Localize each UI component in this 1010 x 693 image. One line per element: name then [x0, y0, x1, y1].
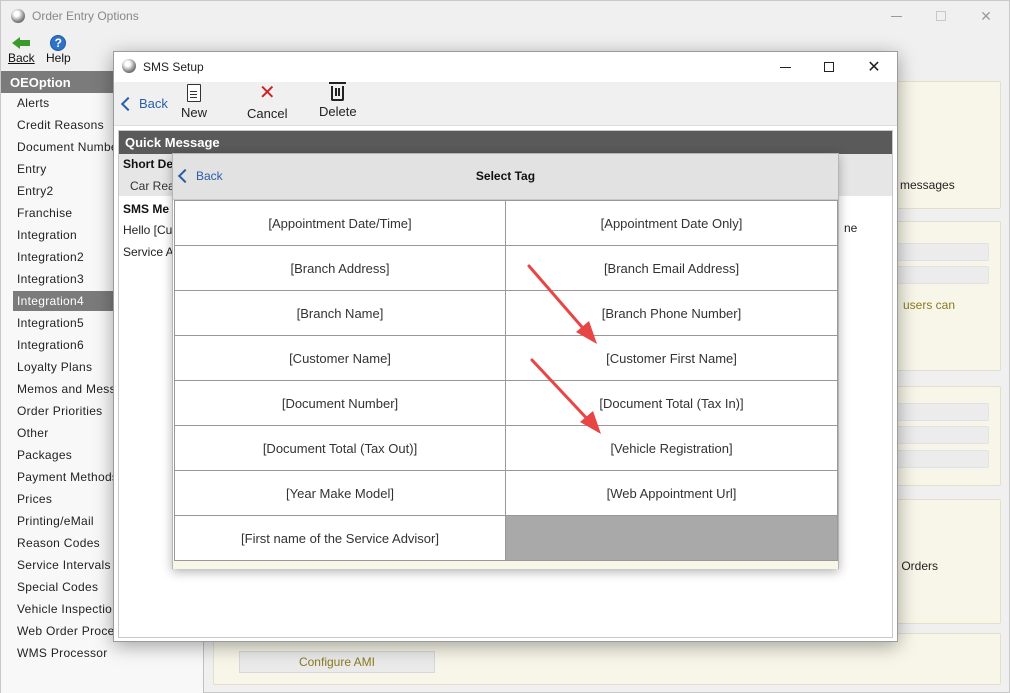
sms-toolbar: Back New ✕ Cancel Delete [114, 82, 897, 126]
select-tag-title: Select Tag [475, 169, 536, 183]
tag-option[interactable]: [Appointment Date/Time] [174, 201, 506, 246]
new-button[interactable]: New [181, 84, 207, 120]
main-help-label: Help [46, 51, 71, 65]
document-icon [187, 84, 201, 102]
chevron-left-icon [120, 96, 136, 111]
tag-option[interactable]: [Document Total (Tax Out)] [174, 426, 506, 471]
tag-option[interactable]: [Document Total (Tax In)] [506, 381, 838, 426]
sms-maximize-button[interactable] [814, 56, 844, 78]
cancel-label: Cancel [247, 106, 288, 121]
sidebar-item[interactable]: WMS Processor [13, 643, 203, 663]
tag-option[interactable]: [Branch Address] [174, 246, 506, 291]
tag-option[interactable]: [Appointment Date Only] [506, 201, 838, 246]
main-back-button[interactable]: Back [8, 36, 35, 65]
app-logo-icon [11, 9, 25, 23]
tag-grid: [Appointment Date/Time] [Appointment Date… [174, 200, 838, 561]
quick-message-header: Quick Message [119, 131, 892, 154]
content-field-1[interactable] [891, 243, 989, 261]
delete-button[interactable]: Delete [319, 82, 357, 119]
content-field-5[interactable] [891, 450, 989, 468]
sms-back-label: Back [139, 96, 168, 111]
close-icon: ✕ [980, 7, 992, 24]
sms-message-line-2[interactable]: Service A [123, 245, 174, 259]
main-help-button[interactable]: ? Help [46, 35, 71, 65]
tag-option[interactable]: [Branch Name] [174, 291, 506, 336]
tag-option[interactable]: [Customer First Name] [506, 336, 838, 381]
select-tag-back-button[interactable]: Back [176, 168, 223, 184]
tag-panel-footer [173, 561, 838, 569]
close-button[interactable]: ✕ [971, 5, 1001, 27]
maximize-icon [824, 62, 834, 72]
content-field-3[interactable] [891, 403, 989, 421]
chevron-left-icon [177, 168, 193, 184]
short-description-value[interactable]: Car Rea [130, 179, 175, 193]
tag-option[interactable]: [Branch Email Address] [506, 246, 838, 291]
configure-ami-button[interactable]: Configure AMI [239, 651, 435, 673]
sms-close-button[interactable]: ✕ [859, 56, 889, 78]
tag-option[interactable]: [First name of the Service Advisor] [174, 516, 506, 561]
sms-minimize-button[interactable] [770, 56, 800, 78]
cancel-button[interactable]: ✕ Cancel [247, 82, 288, 121]
x-icon: ✕ [258, 82, 276, 104]
new-label: New [181, 105, 208, 120]
tag-option[interactable]: [Year Make Model] [174, 471, 506, 516]
select-tag-back-label: Back [196, 169, 223, 183]
maximize-icon [936, 11, 946, 21]
minimize-icon [890, 15, 902, 17]
content-field-4[interactable] [891, 426, 989, 444]
close-icon: ✕ [867, 59, 881, 76]
main-back-label: Back [8, 51, 35, 65]
maximize-button[interactable] [926, 5, 956, 27]
delete-label: Delete [319, 104, 357, 119]
main-window-title: Order Entry Options [32, 9, 139, 23]
minimize-icon [779, 66, 791, 68]
sms-back-button[interactable]: Back [119, 96, 168, 111]
tag-option[interactable]: [Document Number] [174, 381, 506, 426]
tag-cell-empty [506, 516, 838, 561]
select-tag-panel: Select Tag Back [Appointment Date/Time][… [172, 153, 839, 569]
back-arrow-icon [12, 36, 31, 50]
sms-window-title: SMS Setup [143, 60, 204, 74]
sms-message-line-1[interactable]: Hello [Cu [123, 223, 172, 237]
tag-option[interactable]: [Customer Name] [174, 336, 506, 381]
users-can-text: users can [903, 298, 956, 312]
help-icon: ? [50, 35, 67, 51]
minimize-button[interactable] [881, 5, 911, 27]
sms-message-label: SMS Me [123, 202, 170, 216]
short-description-label: Short De [123, 157, 174, 171]
select-tag-header: Select Tag Back [173, 154, 838, 200]
sms-message-tail: ne [844, 221, 858, 235]
tag-option[interactable]: [Web Appointment Url] [506, 471, 838, 516]
messages-text: messages [900, 178, 955, 192]
sms-app-icon [122, 59, 136, 73]
main-titlebar: Order Entry Options ✕ [1, 1, 1009, 31]
content-field-2[interactable] [891, 266, 989, 284]
trash-icon [329, 82, 347, 101]
orders-text: r Orders [894, 559, 939, 573]
tag-option[interactable]: [Vehicle Registration] [506, 426, 838, 471]
sms-titlebar: SMS Setup ✕ [114, 52, 897, 82]
tag-option[interactable]: [Branch Phone Number] [506, 291, 838, 336]
